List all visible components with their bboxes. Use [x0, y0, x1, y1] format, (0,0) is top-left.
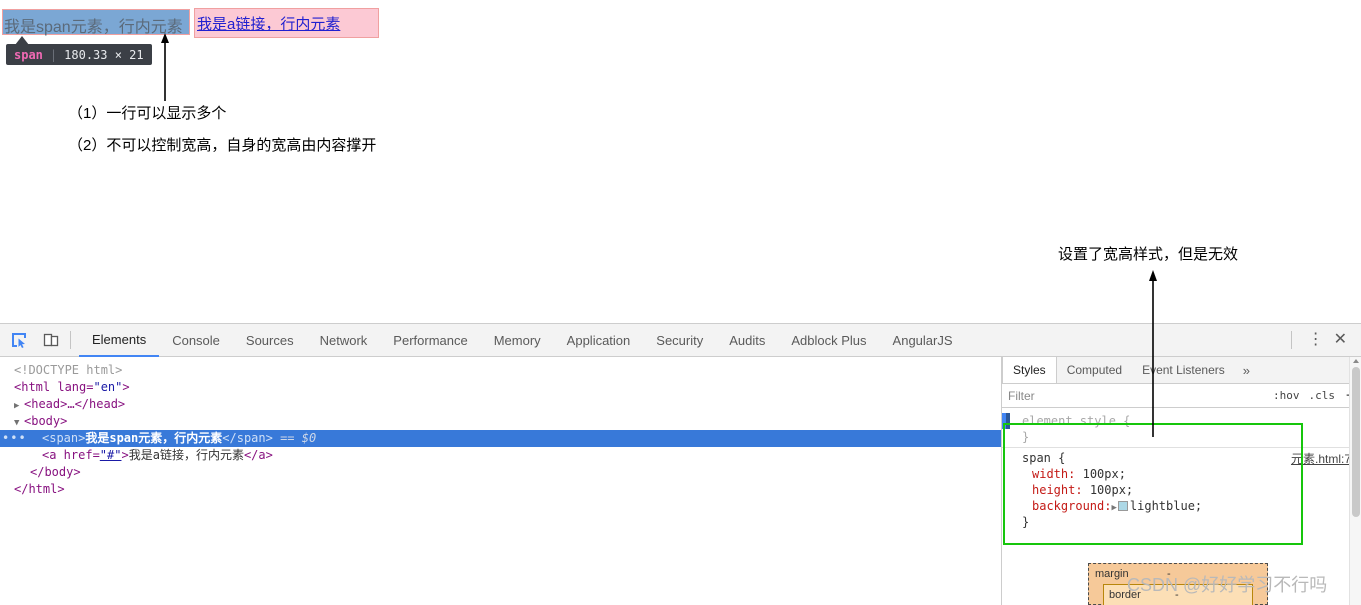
filter-bar-actions: :hov .cls +: [1273, 388, 1360, 404]
cls-toggle[interactable]: .cls: [1308, 389, 1335, 402]
devtools-toolbar-right: ⋮ ✕: [1281, 331, 1361, 349]
dom-line-body-open[interactable]: ▼ <body>: [0, 413, 1001, 430]
csdn-watermark: CSDN @好好学习不行吗: [1127, 575, 1328, 595]
tab-event-listeners[interactable]: Event Listeners: [1132, 357, 1235, 383]
rendered-page-area: 我是span元素，行内元素 我是a链接，行内元素 span | 180.33 ×…: [0, 0, 1361, 323]
tab-security[interactable]: Security: [643, 324, 716, 357]
body-close-text: </body>: [30, 465, 81, 479]
tab-performance[interactable]: Performance: [380, 324, 480, 357]
annotation-note-1: （1）一行可以显示多个: [68, 105, 227, 122]
rule-span[interactable]: 元素.html:7 span { width: 100px; height: 1…: [1002, 447, 1361, 532]
dom-line-doctype: <!DOCTYPE html>: [0, 362, 1001, 379]
styles-tab-bar: Styles Computed Event Listeners »: [1002, 357, 1361, 384]
span-selector: span {: [1022, 451, 1066, 465]
inspect-tooltip: span | 180.33 × 21: [6, 44, 152, 65]
devtools-toolbar: Elements Console Sources Network Perform…: [0, 324, 1361, 357]
scroll-up-arrow-icon[interactable]: [1353, 359, 1359, 363]
rule-source-link[interactable]: 元素.html:7: [1291, 450, 1351, 467]
prop-width[interactable]: width:: [1010, 467, 1075, 481]
prop-background[interactable]: background:: [1010, 499, 1111, 513]
more-tabs-icon[interactable]: »: [1235, 357, 1258, 383]
a-href-value[interactable]: "#": [100, 448, 122, 462]
tab-console[interactable]: Console: [159, 324, 233, 357]
tab-computed[interactable]: Computed: [1057, 357, 1132, 383]
a-text-node: 我是a链接，行内元素: [128, 448, 244, 462]
tab-sources[interactable]: Sources: [233, 324, 307, 357]
color-expand-icon[interactable]: ▶: [1111, 503, 1116, 513]
tab-adblock-plus[interactable]: Adblock Plus: [778, 324, 879, 357]
tab-styles[interactable]: Styles: [1002, 357, 1057, 383]
a-open-pre: <a href=: [42, 448, 100, 462]
element-style-close: }: [1022, 430, 1030, 444]
tooltip-dimensions: 180.33 × 21: [64, 47, 144, 62]
a-open-post: >: [121, 448, 129, 462]
annotation-note-2: （2）不可以控制宽高，自身的宽高由内容撑开: [68, 137, 377, 154]
tab-memory[interactable]: Memory: [481, 324, 554, 357]
html-close-text: </html>: [14, 482, 65, 496]
toolbar-right-divider: [1290, 331, 1292, 349]
dom-tree-pane[interactable]: <!DOCTYPE html> <html lang="en"> ▶ <head>…: [0, 357, 1001, 605]
toolbar-divider: [70, 331, 71, 349]
devtools-tab-bar: Elements Console Sources Network Perform…: [79, 324, 966, 357]
hov-toggle[interactable]: :hov: [1273, 389, 1300, 402]
tab-angularjs[interactable]: AngularJS: [880, 324, 966, 357]
span-element-text: 我是span元素，行内元素: [4, 19, 183, 36]
dom-line-html-close: </html>: [0, 481, 1001, 498]
value-height[interactable]: 100px;: [1090, 483, 1133, 497]
annotation-arrows: [161, 33, 169, 101]
rule-marker: [1002, 413, 1010, 429]
tooltip-tag-name: span: [14, 47, 43, 62]
link-element-highlight[interactable]: 我是a链接，行内元素: [194, 8, 379, 38]
more-options-icon[interactable]: ⋮: [1302, 332, 1330, 348]
selected-node-ref: == $0: [280, 431, 317, 445]
html-open-post: >: [122, 380, 130, 394]
tab-network[interactable]: Network: [307, 324, 381, 357]
body-open-text: <body>: [24, 414, 68, 428]
dom-line-body-close: </body>: [0, 464, 1001, 481]
span-close-tag: </span>: [222, 431, 273, 445]
a-close-tag: </a>: [243, 448, 273, 462]
rule-element-style[interactable]: element.style { }: [1002, 411, 1361, 447]
box-model-margin-label: margin: [1095, 568, 1129, 580]
tab-audits[interactable]: Audits: [716, 324, 778, 357]
prop-height[interactable]: height:: [1010, 483, 1083, 497]
styles-scroll-thumb[interactable]: [1352, 367, 1360, 517]
span-text-node: 我是span元素，行内元素: [85, 431, 223, 445]
span-open-tag: <span>: [42, 431, 86, 445]
color-swatch[interactable]: [1117, 501, 1128, 511]
dom-line-html-open[interactable]: <html lang="en">: [0, 379, 1001, 396]
screenshot-root: 我是span元素，行内元素 我是a链接，行内元素 span | 180.33 ×…: [0, 0, 1361, 605]
link-element-text: 我是a链接，行内元素: [197, 16, 341, 33]
filter-input[interactable]: Filter: [1008, 389, 1035, 403]
html-lang-value: "en": [93, 380, 123, 394]
head-collapsed-text: <head>…</head>: [24, 397, 126, 411]
dom-row-anchor[interactable]: <a href="#">我是a链接，行内元素</a>: [0, 447, 1001, 464]
tooltip-separator: |: [49, 47, 58, 62]
styles-scrollbar[interactable]: [1349, 357, 1361, 605]
dom-row-selected-span[interactable]: ••• <span>我是span元素，行内元素</span> == $0: [0, 430, 1001, 447]
span-rule-close: }: [1022, 515, 1030, 529]
html-open-pre: <html lang=: [14, 380, 94, 394]
value-background[interactable]: lightblue;: [1130, 499, 1202, 513]
element-style-selector: element.style {: [1022, 414, 1131, 428]
value-width[interactable]: 100px;: [1083, 467, 1126, 481]
tab-elements[interactable]: Elements: [79, 324, 160, 357]
tab-application[interactable]: Application: [554, 324, 644, 357]
styles-filter-bar: Filter :hov .cls +: [1002, 384, 1361, 408]
span-element-highlight[interactable]: 我是span元素，行内元素: [2, 9, 190, 36]
more-dots-icon[interactable]: •••: [2, 430, 27, 447]
close-icon[interactable]: ✕: [1330, 332, 1351, 348]
doctype-text: <!DOCTYPE html>: [14, 363, 123, 377]
inspect-cursor-icon[interactable]: [6, 327, 32, 353]
dom-line-head[interactable]: ▶ <head>…</head>: [0, 396, 1001, 413]
device-toolbar-icon[interactable]: [38, 327, 64, 353]
annotation-note-right: 设置了宽高样式，但是无效: [1058, 246, 1239, 263]
